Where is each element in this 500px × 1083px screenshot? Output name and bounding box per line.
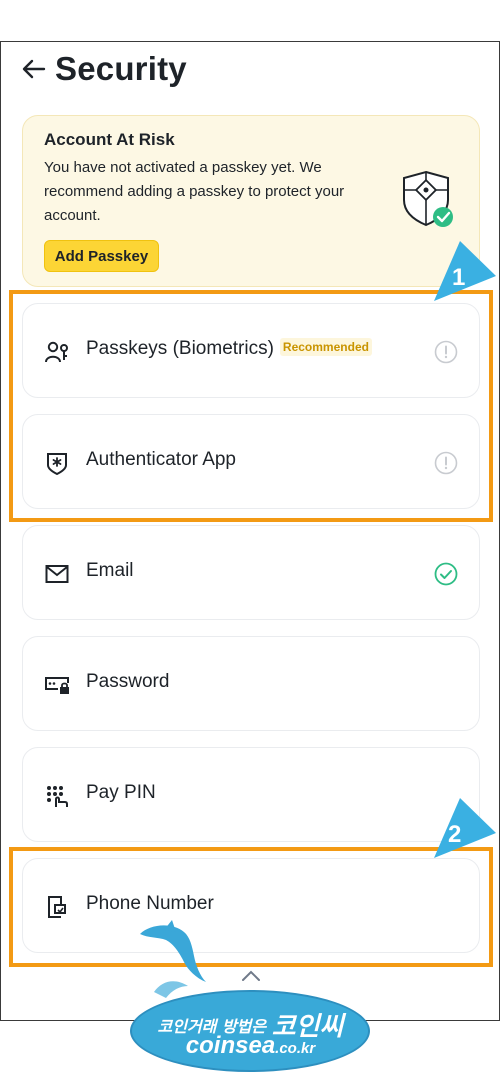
annotation-marker-1: 1 bbox=[430, 239, 500, 304]
authenticator-app-label: Authenticator App bbox=[86, 449, 236, 470]
phone-screen: Security Account At Risk You have not ac… bbox=[0, 41, 500, 1021]
page-title: Security bbox=[55, 50, 187, 87]
passkey-users-icon bbox=[44, 339, 70, 365]
option-pay-pin[interactable]: Pay PIN bbox=[22, 747, 480, 842]
risk-banner-title: Account At Risk bbox=[44, 130, 175, 149]
back-arrow-icon bbox=[22, 59, 46, 79]
header: Security bbox=[1, 42, 499, 102]
option-email[interactable]: Email bbox=[22, 525, 480, 620]
risk-banner-description: You have not activated a passkey yet. We… bbox=[44, 159, 345, 224]
check-circle-icon bbox=[434, 562, 458, 586]
pin-keypad-icon bbox=[44, 783, 70, 809]
option-authenticator-app[interactable]: Authenticator App bbox=[22, 414, 480, 509]
recommended-badge: Recommended bbox=[279, 338, 372, 356]
email-icon bbox=[44, 561, 70, 587]
watermark-domain-main: coinsea bbox=[185, 1032, 276, 1059]
shield-check-icon bbox=[403, 170, 453, 227]
dolphin-logo-icon bbox=[140, 920, 206, 998]
option-password[interactable]: Password bbox=[22, 636, 480, 731]
add-passkey-button[interactable]: Add Passkey bbox=[44, 240, 159, 272]
coinsea-watermark: 코인거래 방법은 코인씨 coinsea.co.kr bbox=[128, 920, 373, 1080]
phone-icon bbox=[44, 894, 70, 920]
pay-pin-label: Pay PIN bbox=[86, 782, 156, 803]
warning-icon bbox=[434, 451, 458, 475]
passkeys-label: Passkeys (Biometrics) bbox=[86, 338, 274, 359]
phone-number-label: Phone Number bbox=[86, 893, 214, 914]
watermark-domain: coinsea.co.kr bbox=[128, 1032, 373, 1060]
annotation-marker-2: 2 bbox=[430, 796, 500, 861]
password-label: Password bbox=[86, 671, 170, 692]
account-risk-banner: Account At Risk You have not activated a… bbox=[22, 115, 480, 287]
option-passkeys[interactable]: Passkeys (Biometrics) Recommended bbox=[22, 303, 480, 398]
warning-icon bbox=[434, 340, 458, 364]
email-label: Email bbox=[86, 560, 134, 581]
password-icon bbox=[44, 672, 70, 698]
authenticator-shield-icon bbox=[44, 450, 70, 476]
watermark-domain-suffix: .co.kr bbox=[275, 1040, 316, 1057]
marker-number: 2 bbox=[448, 821, 462, 848]
back-button[interactable] bbox=[19, 54, 49, 84]
option-label: Passkeys (Biometrics) Recommended bbox=[86, 338, 372, 360]
marker-arrow-icon bbox=[434, 798, 496, 858]
marker-number: 1 bbox=[452, 264, 466, 291]
